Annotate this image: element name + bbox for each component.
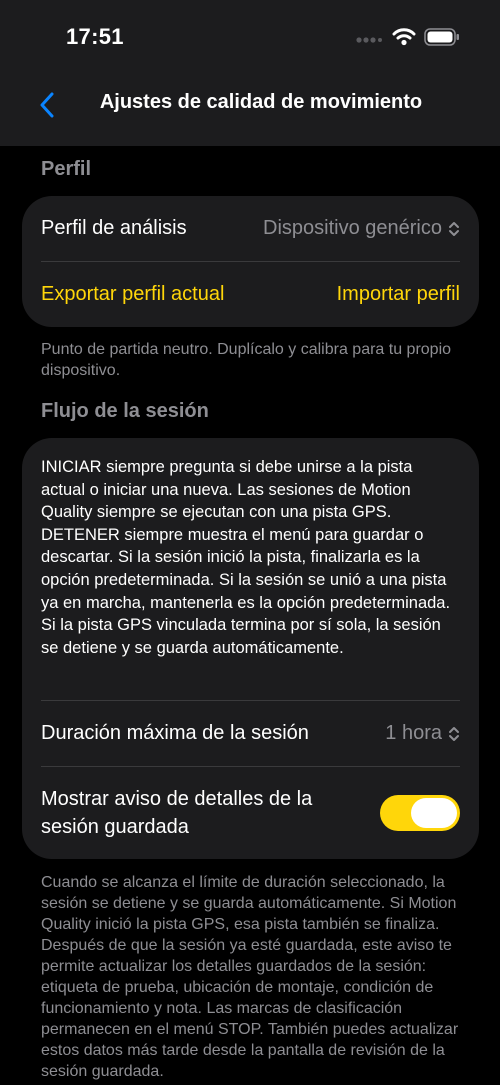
- show-notice-label: Mostrar aviso de detalles de la sesión g…: [41, 788, 313, 838]
- cellular-signal-icon: [356, 37, 382, 43]
- navigation-bar: Ajustes de calidad de movimiento: [0, 72, 500, 146]
- page-title: Ajustes de calidad de movimiento: [99, 91, 423, 113]
- export-profile-button[interactable]: Exportar perfil actual: [41, 283, 224, 306]
- profile-card: Perfil de análisis Dispositivo genérico …: [22, 196, 479, 327]
- session-section-header: Flujo de la sesión: [41, 400, 209, 422]
- settings-content[interactable]: Perfil Perfil de análisis Dispositivo ge…: [0, 146, 500, 1085]
- session-card: INICIAR siempre pregunta si debe unirse …: [22, 438, 479, 859]
- chevron-up-down-icon: [449, 221, 459, 236]
- status-time: 17:51: [66, 24, 124, 49]
- status-bar: 17:51: [0, 0, 500, 72]
- wifi-icon: [392, 28, 416, 46]
- profile-footer-text: Punto de partida neutro. Duplícalo y cal…: [41, 341, 452, 379]
- import-profile-button[interactable]: Importar perfil: [337, 283, 460, 306]
- battery-icon: [424, 28, 459, 46]
- show-notice-row: Mostrar aviso de detalles de la sesión g…: [41, 767, 460, 859]
- chevron-up-down-icon: [449, 726, 459, 741]
- max-duration-label: Duración máxima de la sesión: [41, 722, 309, 744]
- max-duration-value: 1 hora: [385, 722, 442, 744]
- analysis-profile-picker[interactable]: Dispositivo genérico: [263, 217, 460, 240]
- analysis-profile-value: Dispositivo genérico: [263, 217, 442, 239]
- analysis-profile-row[interactable]: Perfil de análisis Dispositivo genérico: [41, 196, 460, 261]
- toggle-knob: [411, 798, 457, 828]
- max-duration-row[interactable]: Duración máxima de la sesión 1 hora: [41, 701, 460, 766]
- max-duration-picker[interactable]: 1 hora: [385, 722, 460, 745]
- profile-actions-row: Exportar perfil actual Importar perfil: [41, 262, 460, 327]
- show-notice-toggle[interactable]: [380, 795, 460, 831]
- session-flow-description: INICIAR siempre pregunta si debe unirse …: [41, 458, 451, 657]
- profile-section-header: Perfil: [41, 158, 92, 180]
- analysis-profile-label: Perfil de análisis: [41, 217, 187, 239]
- session-footer-text: Cuando se alcanza el límite de duración …: [41, 874, 459, 1080]
